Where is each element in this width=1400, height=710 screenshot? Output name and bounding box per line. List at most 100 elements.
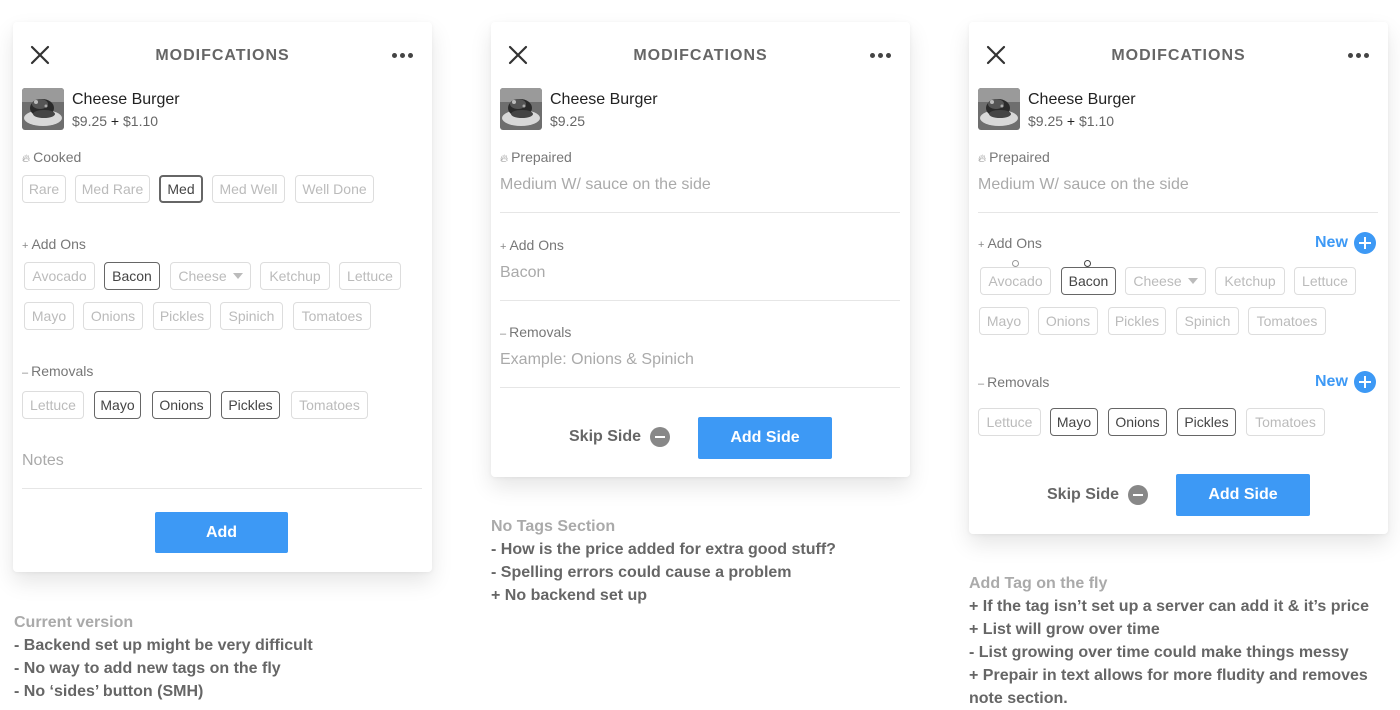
chip-lettuce[interactable]: Lettuce [339, 262, 401, 290]
section-label-removals: – Removals [500, 324, 571, 340]
chip-bacon[interactable]: Bacon [104, 262, 160, 290]
more-options-icon[interactable] [870, 53, 891, 58]
prepaired-input[interactable]: Medium W/ sauce on the side [500, 176, 900, 213]
chip-onions[interactable]: Onions [83, 302, 143, 330]
section-label-cooked: 🔥︎ Cooked [22, 149, 81, 166]
chip-bacon[interactable]: Bacon [1061, 267, 1116, 295]
skip-side-label: Skip Side [1047, 486, 1120, 503]
section-label-prepaired: 🔥︎ Prepaired [978, 149, 1050, 166]
chip-remove-onions[interactable]: Onions [1108, 408, 1167, 436]
note-line: + If the tag isn’t set up a server can a… [969, 598, 1369, 615]
plus-circle-icon [1353, 371, 1376, 393]
plus-icon: + [500, 241, 507, 253]
chip-pickles[interactable]: Pickles [1108, 307, 1166, 335]
base-price: $9.25 [72, 113, 108, 129]
item-name: Cheese Burger [1028, 91, 1136, 108]
drag-handle[interactable] [1012, 260, 1019, 267]
new-removal-button[interactable]: New [1315, 371, 1376, 393]
chip-pickles[interactable]: Pickles [153, 302, 211, 330]
chip-ketchup[interactable]: Ketchup [1215, 267, 1285, 295]
price-plus: + [1063, 113, 1080, 129]
note-line: - No way to add new tags on the fly [14, 660, 281, 677]
drag-handle[interactable] [1084, 260, 1091, 267]
chip-lettuce[interactable]: Lettuce [1294, 267, 1356, 295]
chip-med-well[interactable]: Med Well [212, 175, 285, 203]
chip-tomatoes[interactable]: Tomatoes [1248, 307, 1326, 335]
chip-remove-mayo[interactable]: Mayo [94, 391, 141, 419]
burger-thumbnail [978, 88, 1020, 130]
chip-mayo[interactable]: Mayo [979, 307, 1029, 335]
chip-cheese-dropdown[interactable]: Cheese [1125, 267, 1206, 295]
note-title: No Tags Section [491, 518, 616, 535]
item-name: Cheese Burger [72, 91, 180, 108]
note-line: - List growing over time could make thin… [969, 644, 1349, 661]
chip-spinich[interactable]: Spinich [220, 302, 283, 330]
minus-icon: – [22, 367, 29, 379]
chip-tomatoes[interactable]: Tomatoes [293, 302, 371, 330]
section-label-prepaired: 🔥︎ Prepaired [500, 149, 572, 166]
chip-remove-onions[interactable]: Onions [152, 391, 211, 419]
flame-icon: 🔥︎ [978, 153, 987, 165]
new-add-on-button[interactable]: New [1315, 232, 1376, 254]
more-options-icon[interactable] [392, 53, 413, 58]
notes-input[interactable]: Notes [22, 452, 422, 489]
add-button[interactable]: Add [155, 512, 288, 553]
skip-side-label: Skip Side [569, 428, 642, 445]
add-ons-label: Add Ons [987, 235, 1042, 251]
removals-label: Removals [987, 374, 1050, 390]
chip-remove-tomatoes[interactable]: Tomatoes [1246, 408, 1325, 436]
chip-mayo[interactable]: Mayo [24, 302, 74, 330]
note-line: - How is the price added for extra good … [491, 541, 836, 558]
modifications-card-current: MODIFCATIONS Cheese Burger $9.25 + $1.10… [13, 22, 432, 572]
item-name: Cheese Burger [550, 91, 658, 108]
chip-avocado[interactable]: Avocado [980, 267, 1051, 295]
chip-cheese-label: Cheese [1133, 273, 1182, 289]
chip-onions[interactable]: Onions [1038, 307, 1098, 335]
prepaired-input[interactable]: Medium W/ sauce on the side [978, 176, 1378, 213]
section-label-removals: – Removals [22, 363, 93, 379]
page-title: MODIFCATIONS [155, 47, 290, 64]
cooked-label: Cooked [33, 149, 82, 165]
note-title: Current version [14, 614, 134, 631]
prepaired-label: Prepaired [511, 149, 572, 165]
chip-med[interactable]: Med [159, 175, 203, 203]
chip-remove-tomatoes[interactable]: Tomatoes [291, 391, 368, 419]
chip-remove-mayo[interactable]: Mayo [1050, 408, 1098, 436]
note-line: - No ‘sides’ button (SMH) [14, 683, 204, 700]
chip-well-done[interactable]: Well Done [295, 175, 374, 203]
page-title: MODIFCATIONS [633, 47, 768, 64]
note-line: - Backend set up might be very difficult [14, 637, 313, 654]
add-side-button[interactable]: Add Side [698, 417, 832, 459]
chip-remove-lettuce[interactable]: Lettuce [978, 408, 1041, 436]
add-side-button[interactable]: Add Side [1176, 474, 1310, 516]
base-price: $9.25 [1028, 113, 1064, 129]
more-options-icon[interactable] [1348, 53, 1369, 58]
add-ons-input[interactable]: Bacon [500, 264, 900, 301]
removals-input[interactable]: Example: Onions & Spinich [500, 351, 900, 388]
chip-remove-lettuce[interactable]: Lettuce [22, 391, 84, 419]
extra-price: $1.10 [1079, 113, 1115, 129]
skip-side-button[interactable]: Skip Side [1047, 485, 1149, 505]
chip-avocado[interactable]: Avocado [24, 262, 95, 290]
chevron-down-icon [1187, 278, 1198, 284]
chip-remove-pickles[interactable]: Pickles [1177, 408, 1236, 436]
chip-med-rare[interactable]: Med Rare [75, 175, 150, 203]
page-title: MODIFCATIONS [1111, 47, 1246, 64]
chip-ketchup[interactable]: Ketchup [260, 262, 330, 290]
add-ons-label: Add Ons [31, 236, 86, 252]
notes-no-tags: No Tags Section - How is the price added… [491, 515, 836, 607]
chip-spinich[interactable]: Spinich [1176, 307, 1239, 335]
chip-cheese-dropdown[interactable]: Cheese [170, 262, 251, 290]
new-add-on-label: New [1315, 234, 1348, 251]
add-ons-label: Add Ons [509, 237, 564, 253]
chip-rare[interactable]: Rare [22, 175, 66, 203]
note-line: + List will grow over time [969, 621, 1160, 638]
minus-circle-icon [650, 427, 671, 447]
note-line: note section. [969, 690, 1068, 707]
flame-icon: 🔥︎ [500, 153, 509, 165]
chip-remove-pickles[interactable]: Pickles [221, 391, 280, 419]
chip-cheese-label: Cheese [178, 268, 227, 284]
skip-side-button[interactable]: Skip Side [569, 427, 671, 447]
minus-circle-icon [1128, 485, 1149, 505]
note-line: - Spelling errors could cause a problem [491, 564, 792, 581]
